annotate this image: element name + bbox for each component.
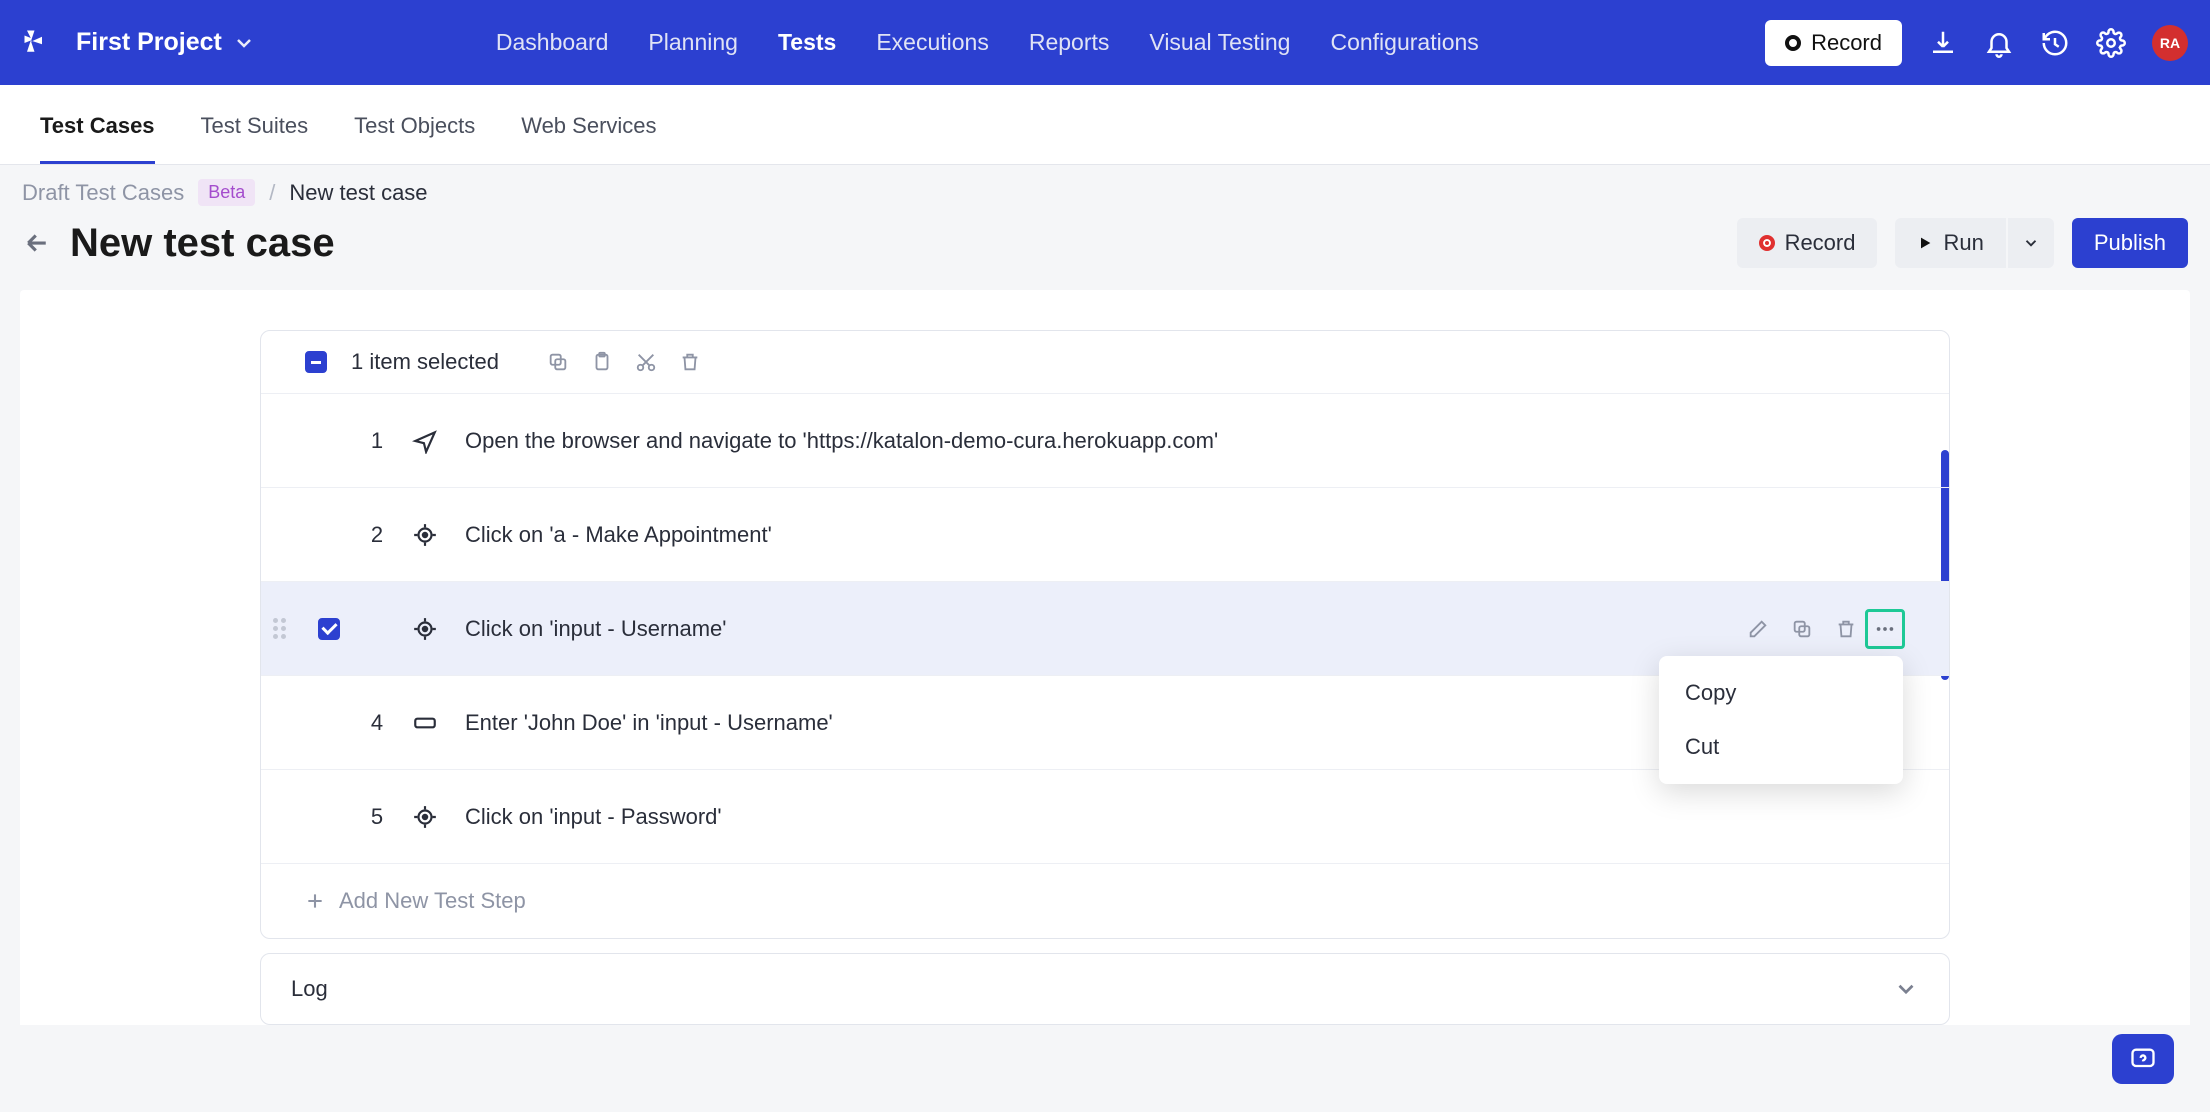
breadcrumb-root[interactable]: Draft Test Cases bbox=[22, 180, 184, 206]
breadcrumb: Draft Test Cases Beta / New test case bbox=[0, 165, 2210, 212]
run-button-group: Run bbox=[1895, 218, 2053, 268]
step-number: 1 bbox=[353, 428, 401, 454]
record-button-top[interactable]: Record bbox=[1765, 20, 1902, 66]
nav-executions[interactable]: Executions bbox=[876, 29, 989, 56]
steps-list: 1 Open the browser and navigate to 'https… bbox=[261, 393, 1949, 863]
run-button[interactable]: Run bbox=[1895, 218, 2005, 268]
gear-icon[interactable] bbox=[2096, 28, 2126, 58]
top-bar: First Project Dashboard Planning Tests E… bbox=[0, 0, 2210, 85]
work-area: 1 item selected 1 Open the browser and na… bbox=[20, 290, 2190, 1025]
step-type-icon bbox=[401, 710, 449, 736]
select-all-checkbox[interactable] bbox=[305, 351, 327, 373]
edit-icon[interactable] bbox=[1747, 618, 1769, 640]
step-type-icon bbox=[401, 804, 449, 830]
help-fab[interactable] bbox=[2112, 1034, 2174, 1084]
help-icon bbox=[2129, 1045, 2157, 1073]
breadcrumb-separator: / bbox=[269, 180, 275, 206]
topbar-right: Record RA bbox=[1765, 20, 2188, 66]
step-row-actions bbox=[1747, 618, 1857, 640]
selection-bar: 1 item selected bbox=[261, 331, 1949, 393]
step-description: Click on 'input - Username' bbox=[449, 616, 1747, 642]
nav-configurations[interactable]: Configurations bbox=[1330, 29, 1478, 56]
play-icon bbox=[1917, 235, 1933, 251]
more-actions-button[interactable] bbox=[1865, 609, 1905, 649]
beta-badge: Beta bbox=[198, 179, 255, 206]
selection-actions bbox=[547, 351, 701, 373]
step-description: Click on 'a - Make Appointment' bbox=[449, 522, 1905, 548]
record-button[interactable]: Record bbox=[1737, 218, 1878, 268]
step-number: 2 bbox=[353, 522, 401, 548]
steps-card: 1 item selected 1 Open the browser and na… bbox=[260, 330, 1950, 939]
back-arrow-icon[interactable] bbox=[22, 228, 52, 258]
nav-tests[interactable]: Tests bbox=[778, 29, 836, 56]
step-type-icon bbox=[401, 428, 449, 454]
katalon-logo-icon bbox=[22, 28, 52, 58]
download-icon[interactable] bbox=[1928, 28, 1958, 58]
nav-reports[interactable]: Reports bbox=[1029, 29, 1110, 56]
step-checkbox[interactable] bbox=[318, 618, 340, 640]
step-context-menu: CopyCut bbox=[1659, 656, 1903, 784]
trash-icon[interactable] bbox=[679, 351, 701, 373]
tab-test-cases[interactable]: Test Cases bbox=[40, 113, 155, 164]
run-dropdown-toggle[interactable] bbox=[2008, 218, 2054, 268]
step-description: Open the browser and navigate to 'https:… bbox=[449, 428, 1905, 454]
page-title: New test case bbox=[70, 221, 1719, 266]
menu-item[interactable]: Copy bbox=[1659, 666, 1903, 720]
tab-test-suites[interactable]: Test Suites bbox=[201, 113, 309, 164]
user-avatar[interactable]: RA bbox=[2152, 25, 2188, 61]
nav-planning[interactable]: Planning bbox=[648, 29, 738, 56]
step-type-icon bbox=[401, 616, 449, 642]
menu-item[interactable]: Cut bbox=[1659, 720, 1903, 774]
title-row: New test case Record Run Publish bbox=[0, 212, 2210, 290]
history-icon[interactable] bbox=[2040, 28, 2070, 58]
publish-button[interactable]: Publish bbox=[2072, 218, 2188, 268]
tab-test-objects[interactable]: Test Objects bbox=[354, 113, 475, 164]
test-step-row[interactable]: 2 Click on 'a - Make Appointment' bbox=[261, 487, 1949, 581]
trash-icon[interactable] bbox=[1835, 618, 1857, 640]
copy-icon[interactable] bbox=[1791, 618, 1813, 640]
chevron-down-icon bbox=[2022, 234, 2040, 252]
chevron-down-icon[interactable] bbox=[232, 31, 256, 55]
step-description: Click on 'input - Password' bbox=[449, 804, 1905, 830]
primary-nav: Dashboard Planning Tests Executions Repo… bbox=[496, 29, 1479, 56]
record-dot-icon bbox=[1785, 35, 1801, 51]
bell-icon[interactable] bbox=[1984, 28, 2014, 58]
drag-handle-icon[interactable] bbox=[273, 617, 289, 641]
test-step-row[interactable]: Click on 'input - Username'CopyCut bbox=[261, 581, 1949, 675]
paste-icon[interactable] bbox=[591, 351, 613, 373]
nav-visual-testing[interactable]: Visual Testing bbox=[1149, 29, 1290, 56]
log-label: Log bbox=[291, 976, 328, 1002]
project-title[interactable]: First Project bbox=[76, 28, 222, 57]
log-panel-toggle[interactable]: Log bbox=[260, 953, 1950, 1025]
step-number: 4 bbox=[353, 710, 401, 736]
selection-count: 1 item selected bbox=[351, 349, 499, 375]
add-new-step-button[interactable]: Add New Test Step bbox=[261, 863, 1949, 938]
nav-dashboard[interactable]: Dashboard bbox=[496, 29, 609, 56]
sub-tabs: Test Cases Test Suites Test Objects Web … bbox=[0, 85, 2210, 165]
cut-icon[interactable] bbox=[635, 351, 657, 373]
plus-icon bbox=[305, 891, 325, 911]
tab-web-services[interactable]: Web Services bbox=[521, 113, 656, 164]
record-red-icon bbox=[1759, 235, 1775, 251]
step-type-icon bbox=[401, 522, 449, 548]
chevron-down-icon bbox=[1893, 976, 1919, 1002]
ellipsis-icon bbox=[1874, 618, 1896, 640]
test-step-row[interactable]: 1 Open the browser and navigate to 'https… bbox=[261, 393, 1949, 487]
copy-icon[interactable] bbox=[547, 351, 569, 373]
step-number: 5 bbox=[353, 804, 401, 830]
breadcrumb-current: New test case bbox=[289, 180, 427, 206]
